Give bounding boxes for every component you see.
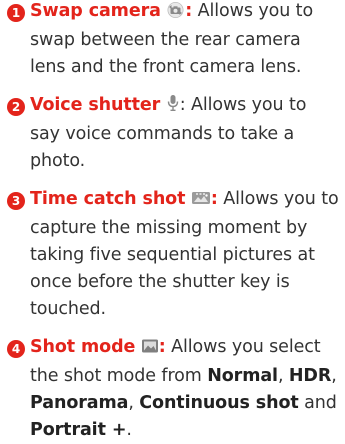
title-colon: : <box>210 189 218 209</box>
sentence-end: . <box>126 420 132 440</box>
mode-normal: Normal <box>207 366 278 386</box>
number-badge-3: 3 <box>7 192 25 210</box>
time-catch-shot-icon <box>191 188 211 215</box>
item-title-swap-camera: Swap camera <box>30 1 161 21</box>
mode-panorama: Panorama <box>30 393 129 413</box>
mode-continuous-shot: Continuous shot <box>139 393 299 413</box>
separator: , <box>128 393 140 413</box>
mode-portrait-plus: Portrait + <box>30 420 127 440</box>
list-item-swap-camera: 1 Swap camera : Allows you to swap betwe… <box>0 0 345 81</box>
shot-mode-icon <box>141 336 159 363</box>
item-title-shot-mode: Shot mode <box>30 337 136 357</box>
mode-hdr: HDR <box>288 366 332 386</box>
camera-options-list: 1 Swap camera : Allows you to swap betwe… <box>0 0 345 444</box>
list-item-voice-shutter: 2 Voice shutter : Allows you to say voic… <box>0 92 345 175</box>
number-badge-2: 2 <box>7 98 25 116</box>
list-item-time-catch-shot: 3 Time catch shot : Allows you to captur… <box>0 186 345 323</box>
microphone-icon <box>166 94 180 121</box>
separator: , <box>331 366 337 386</box>
separator: and <box>298 393 337 413</box>
number-badge-1: 1 <box>7 4 25 22</box>
number-badge-4: 4 <box>7 340 25 358</box>
title-colon: : <box>158 337 166 357</box>
separator: , <box>277 366 289 386</box>
swap-camera-icon <box>166 0 185 27</box>
item-title-time-catch-shot: Time catch shot <box>30 189 186 209</box>
item-title-voice-shutter: Voice shutter <box>30 95 161 115</box>
list-item-shot-mode: 4 Shot mode : Allows you select the shot… <box>0 334 345 444</box>
